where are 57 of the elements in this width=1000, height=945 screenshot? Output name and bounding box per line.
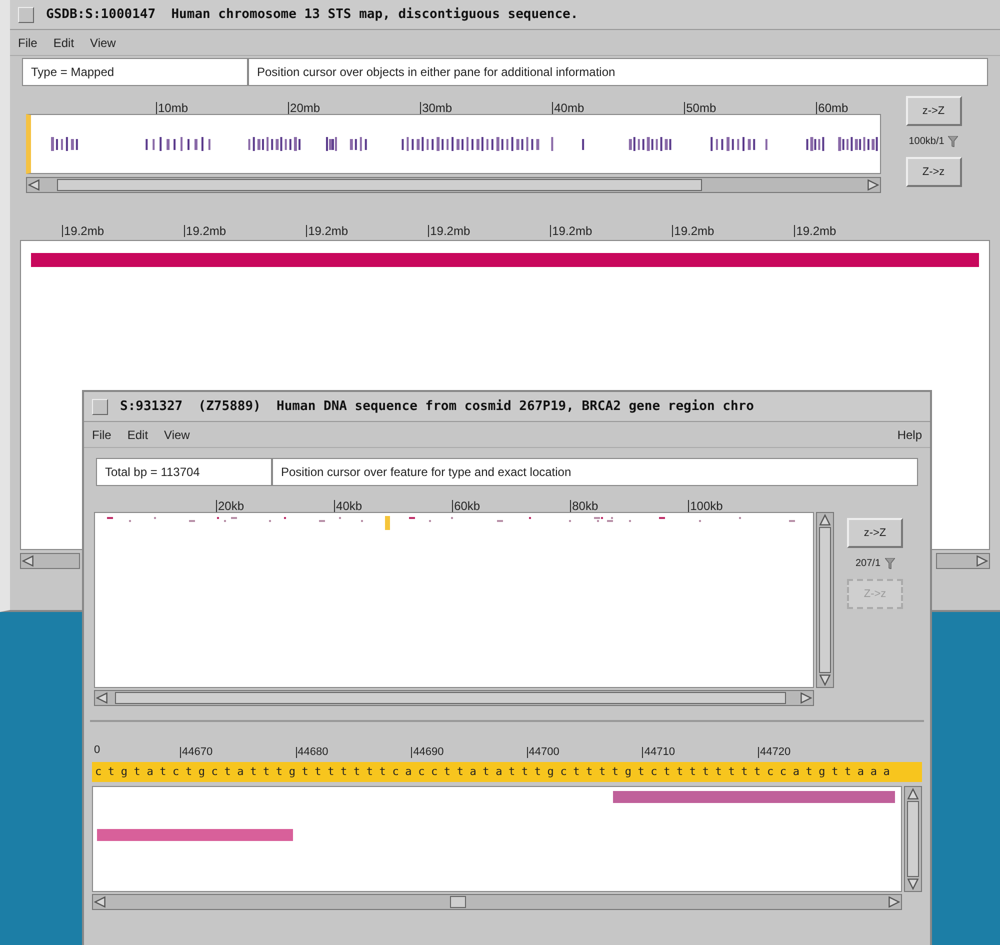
scroll-left-icon[interactable] — [96, 692, 108, 704]
scroll-right-icon[interactable] — [867, 179, 879, 191]
zoom-button[interactable]: z->Z — [847, 518, 903, 548]
scrollbar-segment[interactable] — [20, 553, 80, 569]
scroll-left-icon[interactable] — [28, 179, 40, 191]
scrollbar-thumb[interactable] — [907, 801, 919, 877]
ruler-label: 44670 — [180, 747, 213, 758]
scroll-right-icon[interactable] — [976, 555, 988, 567]
scrollbar-thumb[interactable] — [114, 692, 786, 704]
dna-sequence: ctgtatctgctatttgtttttttcaccttatatttgcttttgtcttttttttccatgttaaa — [95, 764, 896, 780]
scrollbar-thumb[interactable] — [819, 527, 831, 673]
vertical-scrollbar[interactable] — [904, 786, 922, 892]
scrollbar-thumb[interactable] — [56, 179, 702, 191]
scroll-right-icon[interactable] — [800, 692, 812, 704]
vertical-scrollbar[interactable] — [816, 512, 834, 688]
scroll-left-icon[interactable] — [94, 896, 106, 908]
ruler-label: 44700 — [526, 747, 560, 758]
status-message: Position cursor over objects in either pane for additional information — [248, 58, 988, 86]
window-title: GSDB:S:1000147 Human chromosome 13 STS map, discontiguous sequence. — [46, 6, 578, 24]
menu-item[interactable]: Edit — [127, 426, 148, 444]
zoom-button[interactable]: Z->z — [906, 157, 962, 187]
ruler-label: 19.2mb — [428, 225, 470, 237]
ruler-label: 19.2mb — [794, 225, 836, 237]
window-title: S:931327 (Z75889) Human DNA sequence from cosmid 267P19, BRCA2 gene region chro — [120, 398, 754, 416]
filter-icon[interactable] — [884, 558, 895, 569]
ruler-label: 19.2mb — [184, 225, 226, 237]
zoom-button[interactable]: z->Z — [906, 96, 962, 126]
scroll-left-icon[interactable] — [22, 555, 34, 567]
menu-item[interactable]: View — [164, 426, 190, 444]
status-message: Position cursor over feature for type and exact location — [272, 458, 918, 486]
ruler-label: 19.2mb — [62, 225, 104, 237]
scrollbar-thumb[interactable] — [450, 896, 466, 908]
ruler-label: 44710 — [642, 747, 675, 758]
scale-label: 100kb/1 — [908, 135, 944, 149]
window-menu-icon[interactable] — [18, 6, 34, 22]
ruler-label: 19.2mb — [672, 225, 714, 237]
scroll-right-icon[interactable] — [888, 896, 900, 908]
status-field: Type = Mapped — [22, 58, 248, 86]
menu-item[interactable]: View — [90, 34, 116, 52]
horizontal-scrollbar[interactable] — [92, 894, 902, 910]
menu-item[interactable]: File — [18, 34, 38, 52]
ruler-label: 19.2mb — [550, 225, 592, 237]
ruler-label: 0 — [94, 742, 102, 758]
window-menu-icon[interactable] — [92, 398, 108, 414]
scale-label: 207/1 — [855, 557, 881, 571]
status-field: Total bp = 113704 — [96, 458, 272, 486]
menu-item[interactable]: File — [92, 426, 112, 444]
menu-item[interactable]: Edit — [53, 34, 74, 52]
ruler-label: 19.2mb — [306, 225, 348, 237]
scrollbar-segment[interactable] — [936, 553, 990, 569]
menu-item[interactable]: Help — [897, 426, 922, 444]
ruler-label: 44720 — [758, 747, 791, 758]
horizontal-scrollbar[interactable] — [26, 177, 881, 193]
horizontal-scrollbar[interactable] — [94, 690, 814, 706]
ruler-label: 44690 — [411, 747, 444, 758]
ruler-label: 44680 — [296, 747, 328, 758]
filter-icon[interactable] — [948, 136, 958, 147]
